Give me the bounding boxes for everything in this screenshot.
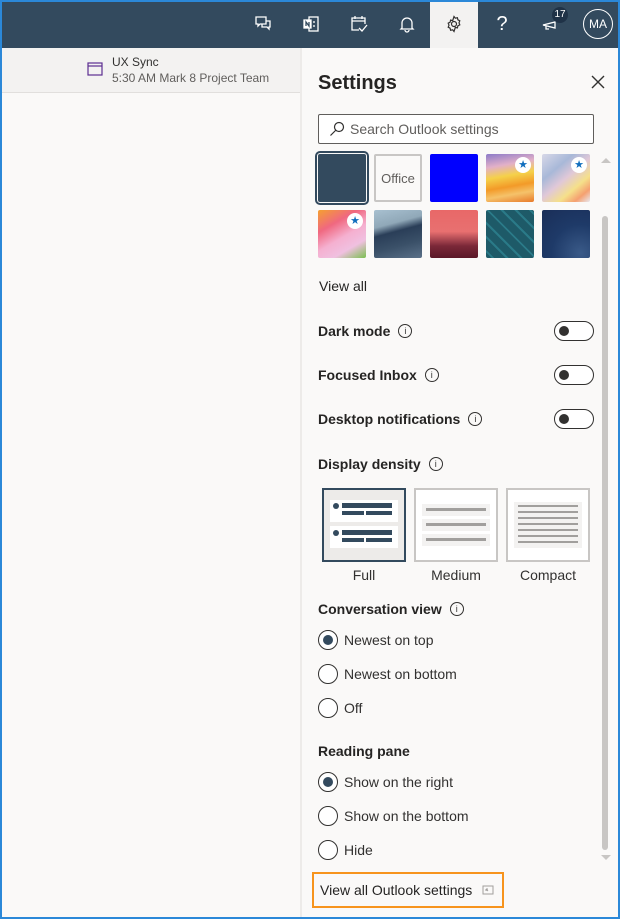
settings-scrollbar[interactable] (600, 152, 612, 872)
premium-star-icon: ★ (571, 157, 587, 173)
radio-button[interactable] (318, 806, 338, 826)
scroll-down-arrow-icon[interactable] (601, 855, 611, 860)
info-icon[interactable]: i (449, 601, 464, 616)
settings-panel: Settings Office ★ ★ ★ View all Dark mode… (302, 48, 618, 917)
radio-label: Show on the bottom (344, 808, 469, 824)
top-bar: ? 17 MA (0, 0, 620, 48)
radio-label: Newest on bottom (344, 666, 457, 682)
desktop-notifications-toggle[interactable] (554, 409, 594, 429)
theme-palms[interactable] (430, 210, 478, 258)
display-density-label: Display density (318, 456, 421, 472)
bell-icon (399, 17, 415, 33)
radio-label: Show on the right (344, 774, 453, 790)
theme-unicorn[interactable]: ★ (318, 210, 366, 258)
theme-blueprint[interactable] (542, 210, 590, 258)
chat-button[interactable] (239, 0, 287, 48)
reminder-subtitle: 5:30 AM Mark 8 Project Team (112, 71, 270, 85)
search-input[interactable] (350, 121, 590, 137)
radio-button[interactable] (318, 698, 338, 718)
display-density-heading: Display density i (318, 456, 443, 472)
notification-count-badge: 17 (552, 7, 568, 23)
gear-icon (447, 15, 461, 33)
view-all-outlook-settings-label: View all Outlook settings (320, 882, 473, 898)
theme-swirl[interactable]: ★ (542, 154, 590, 202)
scroll-up-arrow-icon[interactable] (601, 158, 611, 163)
dark-mode-row: Dark mode i (318, 321, 594, 343)
calendar-check-icon (351, 16, 368, 32)
desktop-notifications-row: Desktop notifications i (318, 409, 594, 431)
premium-star-icon: ★ (347, 213, 363, 229)
theme-rainbow[interactable]: ★ (486, 154, 534, 202)
radio-label: Hide (344, 842, 373, 858)
feedback-button[interactable]: 17 (526, 0, 574, 48)
onenote-icon (303, 16, 319, 32)
density-compact-label: Compact (519, 567, 577, 583)
theme-office-label: Office (381, 170, 415, 186)
close-button[interactable] (588, 72, 608, 92)
conversation-newest-on-top[interactable]: Newest on top (318, 629, 434, 651)
close-icon (591, 75, 605, 89)
density-medium[interactable] (414, 488, 498, 562)
search-icon (330, 121, 345, 136)
meeting-reminder[interactable]: UX Sync 5:30 AM Mark 8 Project Team (2, 48, 300, 93)
reading-pane-heading: Reading pane (318, 743, 410, 759)
my-day-button[interactable] (335, 0, 383, 48)
radio-button[interactable] (318, 630, 338, 650)
avatar: MA (583, 9, 613, 39)
reading-pane-hide[interactable]: Hide (318, 839, 373, 861)
mail-pane: UX Sync 5:30 AM Mark 8 Project Team (2, 48, 300, 917)
theme-circuit[interactable] (486, 210, 534, 258)
settings-button[interactable] (430, 0, 478, 48)
radio-label: Off (344, 700, 363, 716)
density-full-icon (330, 500, 398, 548)
reminder-title: UX Sync (112, 55, 159, 69)
dark-mode-label: Dark mode (318, 323, 391, 339)
conversation-newest-on-bottom[interactable]: Newest on bottom (318, 663, 457, 685)
scrollbar-thumb[interactable] (602, 216, 608, 850)
info-icon[interactable]: i (424, 367, 439, 382)
density-medium-icon (422, 504, 490, 546)
theme-mountain[interactable] (374, 210, 422, 258)
chat-icon (255, 16, 271, 31)
conversation-view-label: Conversation view (318, 601, 442, 617)
density-medium-label: Medium (431, 567, 481, 583)
theme-blue[interactable] (430, 154, 478, 202)
focused-inbox-toggle[interactable] (554, 365, 594, 385)
focused-inbox-label: Focused Inbox (318, 367, 417, 383)
dark-mode-toggle[interactable] (554, 321, 594, 341)
info-icon[interactable]: i (468, 411, 483, 426)
settings-title: Settings (318, 72, 397, 94)
radio-label: Newest on top (344, 632, 434, 648)
conversation-off[interactable]: Off (318, 697, 362, 719)
conversation-view-heading: Conversation view i (318, 601, 464, 617)
view-all-outlook-settings-link[interactable]: View all Outlook settings (312, 872, 504, 908)
calendar-icon (87, 62, 103, 76)
account-button[interactable]: MA (574, 0, 620, 48)
theme-navy[interactable] (315, 151, 369, 205)
view-all-themes-link[interactable]: View all (319, 278, 367, 294)
density-compact-icon (514, 502, 582, 548)
open-in-new-window-icon (482, 885, 494, 895)
question-icon: ? (496, 12, 508, 35)
radio-button[interactable] (318, 840, 338, 860)
premium-star-icon: ★ (515, 157, 531, 173)
settings-search[interactable] (318, 114, 594, 144)
info-icon[interactable]: i (398, 323, 413, 338)
onenote-button[interactable] (287, 0, 335, 48)
reading-pane-right[interactable]: Show on the right (318, 771, 453, 793)
radio-button[interactable] (318, 664, 338, 684)
radio-button[interactable] (318, 772, 338, 792)
info-icon[interactable]: i (428, 456, 443, 471)
notifications-button[interactable] (383, 0, 431, 48)
focused-inbox-row: Focused Inbox i (318, 365, 594, 387)
desktop-notifications-label: Desktop notifications (318, 411, 461, 427)
theme-office[interactable]: Office (374, 154, 422, 202)
reading-pane-bottom[interactable]: Show on the bottom (318, 805, 469, 827)
help-button[interactable]: ? (478, 0, 526, 48)
density-compact[interactable] (506, 488, 590, 562)
density-full[interactable] (322, 488, 406, 562)
density-full-label: Full (352, 567, 376, 583)
